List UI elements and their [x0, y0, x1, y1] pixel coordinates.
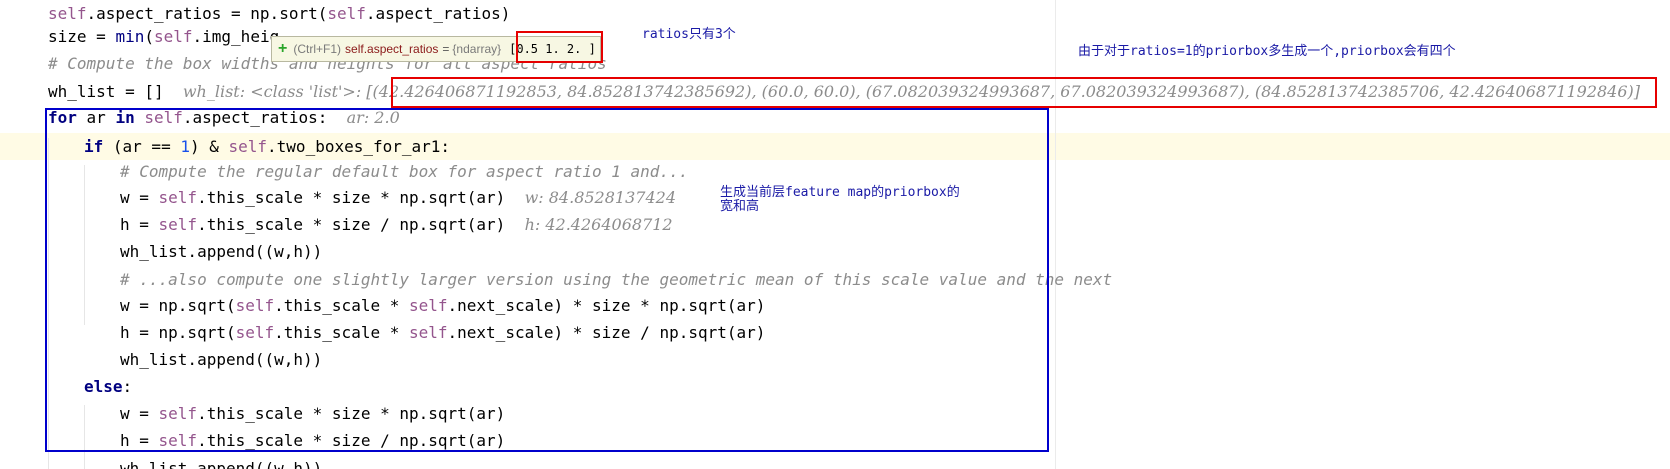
self-keyword: self [153, 27, 193, 46]
builtin-min: min [115, 27, 145, 46]
code-text: wh_list = [] [48, 82, 164, 101]
code-line-18[interactable]: wh_list.append((w,h)) [120, 455, 322, 469]
aspect-ratios-value-highlight-box [516, 31, 603, 63]
right-margin-guide [1055, 0, 1056, 469]
code-text: .aspect_ratios) [365, 4, 511, 23]
code-line-2[interactable]: size = min(self.img_heig [48, 23, 279, 50]
add-to-watches-icon[interactable]: + [278, 37, 287, 61]
wh-annotation-line-1: 生成当前层feature map的priorbox的 [720, 185, 960, 200]
self-keyword: self [48, 4, 87, 23]
tooltip-variable-type: {ndarray} [452, 42, 502, 56]
wh-list-value-highlight-box [391, 77, 1657, 108]
code-editor[interactable]: self.aspect_ratios = np.sort(self.aspect… [0, 0, 1670, 469]
tooltip-equals: = [442, 42, 450, 56]
ar1-annotation: 由于对于ratios=1的priorbox多生成一个,priorbox会有四个 [1078, 44, 1456, 59]
wh-annotation-line-2: 宽和高 [720, 199, 760, 214]
code-text: .img_heig [192, 27, 280, 46]
code-text: size = [48, 27, 116, 46]
ratios-annotation: ratios只有3个 [642, 27, 736, 42]
self-keyword: self [327, 4, 366, 23]
code-text: ( [144, 27, 154, 46]
tooltip-shortcut-hint: (Ctrl+F1) [293, 42, 342, 56]
for-loop-highlight-box [45, 108, 1049, 452]
tooltip-variable-name: self.aspect_ratios [345, 42, 439, 56]
code-text: .aspect_ratios = np.sort( [86, 4, 328, 23]
